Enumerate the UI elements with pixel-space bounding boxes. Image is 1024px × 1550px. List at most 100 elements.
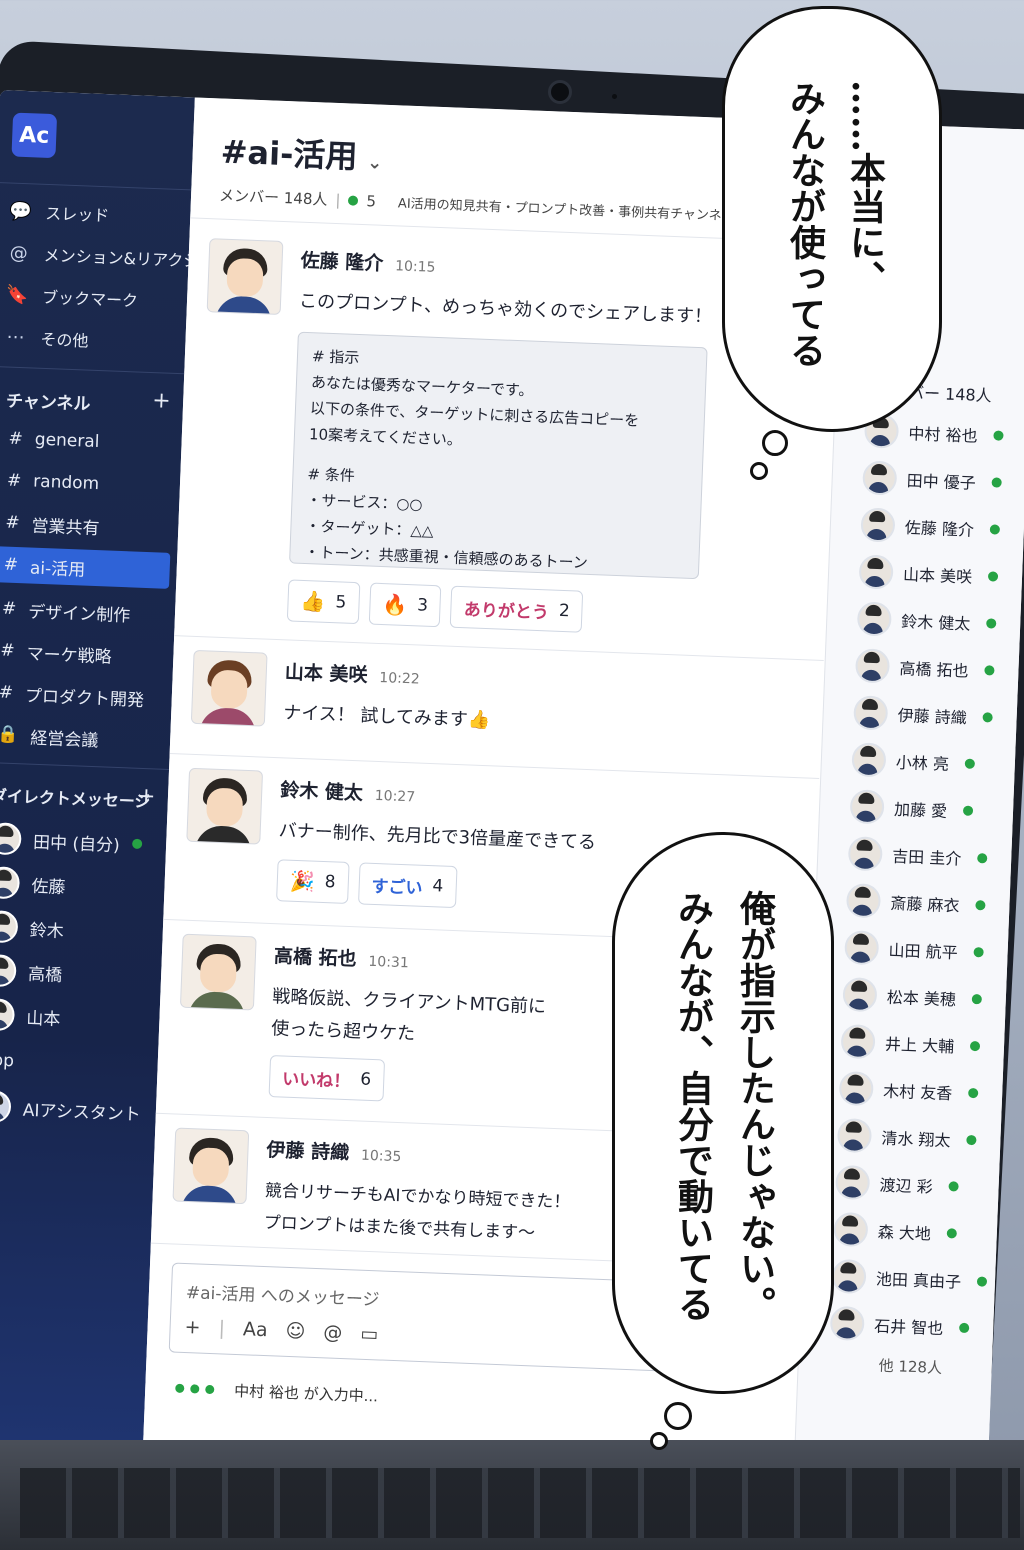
add-attachment-button[interactable]: + bbox=[184, 1316, 201, 1339]
format-text-button[interactable]: Aa bbox=[243, 1318, 268, 1341]
member-item[interactable]: 渡辺 彩 bbox=[835, 1164, 959, 1204]
message-text: バナー制作、先月比で3倍量産できてる bbox=[278, 820, 597, 854]
reactions: 👍 5 🔥 3 ありがとう 2 bbox=[286, 579, 584, 633]
robot-icon bbox=[0, 1089, 12, 1124]
add-channel-button[interactable]: + bbox=[152, 388, 171, 414]
member-item[interactable]: 山本 美咲 bbox=[858, 554, 999, 593]
reaction-thumbs-up[interactable]: 👍 5 bbox=[286, 579, 361, 625]
sidebar-channel-ai[interactable]: # ai-活用 bbox=[0, 546, 171, 589]
sidebar-item-bookmarks[interactable]: 🔖 ブックマーク bbox=[6, 282, 139, 311]
avatar bbox=[851, 742, 887, 778]
member-item[interactable]: 斎藤 麻衣 bbox=[845, 883, 986, 922]
dm-item-self[interactable]: 田中 (自分) bbox=[0, 822, 143, 860]
code-block: # 指示 あなたは優秀なマーケターです。 以下の条件で、ターゲットに刺さる広告コ… bbox=[289, 331, 708, 580]
member-item[interactable]: 森 大地 bbox=[833, 1211, 958, 1251]
reaction-sugoi[interactable]: すごい 4 bbox=[357, 862, 458, 909]
avatar bbox=[190, 649, 268, 727]
member-name: 吉田 圭介 bbox=[891, 846, 962, 869]
member-name: 松本 美穂 bbox=[886, 987, 957, 1010]
app-item-ai-assistant[interactable]: AIアシスタント bbox=[0, 1089, 141, 1128]
app-heading: App bbox=[0, 1049, 15, 1072]
author-name[interactable]: 鈴木 健太 bbox=[280, 779, 363, 804]
member-name: 木村 友香 bbox=[882, 1081, 953, 1104]
reaction-party[interactable]: 🎉 8 bbox=[276, 859, 350, 904]
member-item[interactable]: 清水 翔太 bbox=[836, 1117, 977, 1157]
member-item[interactable]: 高橋 拓也 bbox=[854, 648, 995, 687]
member-item[interactable]: 木村 友香 bbox=[838, 1070, 979, 1110]
online-indicator bbox=[991, 477, 1002, 488]
member-name: 小林 亮 bbox=[895, 752, 950, 774]
message-text: 競合リサーチもAIでかなり時短できた！ プロンプトはまた後で共有します〜 bbox=[263, 1180, 571, 1244]
sidebar-channel-product[interactable]: # プロダクト開発 bbox=[0, 674, 165, 717]
sidebar-item-more[interactable]: ⋯ その他 bbox=[4, 324, 89, 351]
online-indicator bbox=[948, 1181, 959, 1192]
emoji-button[interactable]: ☺ bbox=[285, 1320, 306, 1343]
avatar bbox=[860, 507, 896, 543]
channel-title[interactable]: #ai-活用 ⌄ bbox=[220, 127, 383, 179]
online-indicator bbox=[959, 1322, 970, 1334]
lock-icon: 🔒 bbox=[0, 724, 19, 746]
more-members-link[interactable]: 他 128人 bbox=[878, 1355, 942, 1378]
add-dm-button[interactable]: + bbox=[137, 784, 156, 810]
online-count: 5 bbox=[366, 191, 377, 211]
sidebar-divider bbox=[0, 181, 192, 191]
sidebar-item-threads[interactable]: 💬 スレッド bbox=[9, 198, 110, 226]
reaction-fire[interactable]: 🔥 3 bbox=[368, 582, 442, 628]
online-indicator bbox=[987, 571, 999, 582]
message-item: 山本 美咲 10:22 ナイス！ 試してみます👍 bbox=[190, 649, 814, 731]
typing-indicator: 中村 裕也 が入力中... bbox=[175, 1378, 379, 1407]
online-indicator bbox=[964, 758, 976, 769]
thought-text-bottom: 俺が指示したんじゃない。 みんなが、自分で動いてる bbox=[672, 890, 776, 1322]
mention-button[interactable]: @ bbox=[323, 1321, 343, 1344]
member-item[interactable]: 吉田 圭介 bbox=[847, 836, 988, 875]
avatar bbox=[835, 1164, 871, 1201]
sidebar-channel-design[interactable]: # デザイン制作 bbox=[0, 590, 169, 633]
reaction-like[interactable]: いいね！ 6 bbox=[268, 1055, 385, 1102]
sidebar-divider bbox=[0, 365, 185, 375]
author-name[interactable]: 高橋 拓也 bbox=[274, 945, 357, 970]
member-item[interactable]: 中村 裕也 bbox=[863, 413, 1004, 452]
member-item[interactable]: 伊藤 詩織 bbox=[853, 695, 993, 734]
avatar bbox=[838, 1070, 874, 1107]
author-name[interactable]: 山本 美咲 bbox=[284, 661, 367, 686]
avatar bbox=[172, 1127, 250, 1205]
sidebar-channel-management[interactable]: 🔒 経営会議 bbox=[0, 716, 164, 759]
member-item[interactable]: 山田 航平 bbox=[844, 930, 984, 969]
member-item[interactable]: 井上 大輔 bbox=[840, 1024, 981, 1063]
member-item[interactable]: 小林 亮 bbox=[851, 742, 976, 781]
sidebar-channel-marketing[interactable]: # マーケ戦略 bbox=[0, 632, 167, 675]
member-name: 田中 優子 bbox=[906, 471, 977, 493]
dm-item[interactable]: 山本 bbox=[0, 998, 61, 1033]
sidebar-channel-random[interactable]: # random bbox=[0, 462, 174, 505]
dm-item[interactable]: 佐藤 bbox=[0, 866, 66, 901]
avatar bbox=[849, 789, 885, 825]
party-popper-icon: 🎉 bbox=[289, 868, 316, 894]
member-item[interactable]: 加藤 愛 bbox=[849, 789, 974, 828]
thought-text-top: ……本当に、 みんなが使ってる bbox=[784, 80, 886, 368]
channel-meta: メンバー 148人 | 5 AI活用の知見共有・プロンプト改善・事例共有チャンネ… bbox=[218, 184, 735, 225]
dm-item[interactable]: 鈴木 bbox=[0, 910, 64, 945]
member-item[interactable]: 石井 智也 bbox=[829, 1305, 970, 1345]
reaction-thanks[interactable]: ありがとう 2 bbox=[450, 585, 584, 633]
workspace-logo[interactable]: Ac bbox=[11, 112, 58, 159]
member-item[interactable]: 田中 優子 bbox=[862, 460, 1002, 499]
channels-heading: チャンネル bbox=[5, 391, 91, 415]
member-item[interactable]: 佐藤 隆介 bbox=[860, 507, 1001, 546]
message-item: 鈴木 健太 10:27 バナー制作、先月比で3倍量産できてる 🎉 8 すごい 4 bbox=[186, 767, 809, 909]
sidebar-channel-sales[interactable]: # 営業共有 bbox=[0, 504, 172, 547]
member-count[interactable]: メンバー 148人 bbox=[219, 184, 328, 209]
member-name: 高橋 拓也 bbox=[899, 658, 969, 681]
member-item[interactable]: 池田 真由子 bbox=[831, 1258, 988, 1299]
sidebar-channel-general[interactable]: # general bbox=[0, 420, 175, 463]
author-name[interactable]: 伊藤 詩織 bbox=[266, 1139, 349, 1164]
author-name[interactable]: 佐藤 隆介 bbox=[300, 250, 383, 275]
avatar bbox=[847, 836, 883, 872]
avatar bbox=[858, 554, 894, 590]
video-icon[interactable]: ▭ bbox=[360, 1323, 379, 1346]
member-name: 山田 航平 bbox=[888, 940, 959, 963]
message-input[interactable]: #ai-活用 へのメッセージ bbox=[186, 1278, 380, 1310]
member-item[interactable]: 鈴木 健太 bbox=[856, 601, 997, 640]
timestamp: 10:22 bbox=[379, 670, 420, 688]
dm-item[interactable]: 高橋 bbox=[0, 954, 63, 989]
member-item[interactable]: 松本 美穂 bbox=[842, 977, 983, 1016]
